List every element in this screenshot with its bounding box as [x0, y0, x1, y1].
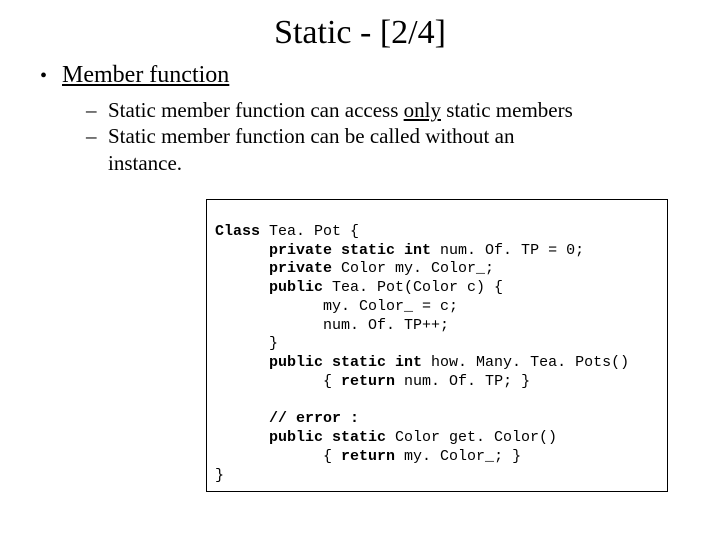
sub-bullets: – Static member function can access only… [0, 89, 720, 176]
code-kw: return [341, 448, 395, 465]
code-box: Class Tea. Pot { private static int num.… [206, 199, 668, 492]
code-text: } [215, 467, 224, 484]
sub1-text: Static member function can access only s… [108, 97, 573, 123]
dash-icon: – [86, 97, 108, 123]
code-text: my. Color_; } [395, 448, 521, 465]
sub-bullet-2b: instance. [86, 150, 720, 176]
code-text: Color my. Color_; [332, 260, 494, 277]
sub-bullet-1: – Static member function can access only… [86, 97, 720, 123]
sub1-pre: Static member function can access [108, 98, 404, 122]
code-kw: public static int [215, 354, 422, 371]
dash-icon: – [86, 123, 108, 149]
sub1-only: only [404, 98, 441, 122]
code-text: { [215, 448, 341, 465]
code-blank [215, 392, 224, 409]
code-text: num. Of. TP = 0; [431, 242, 584, 259]
code-kw: Class [215, 223, 260, 240]
code-kw: private [215, 260, 332, 277]
sub2-line-b: instance. [108, 150, 182, 176]
code-text: num. Of. TP++; [215, 317, 449, 334]
code-text: } [215, 335, 278, 352]
code-text: how. Many. Tea. Pots() [422, 354, 629, 371]
code-kw: return [341, 373, 395, 390]
code-text: my. Color_ = c; [215, 298, 458, 315]
code-text: { [215, 373, 341, 390]
sub1-post: static members [441, 98, 573, 122]
code-text: Tea. Pot(Color c) { [323, 279, 503, 296]
code-comment: // error : [215, 410, 359, 427]
slide: Static - [2/4] • Member function – Stati… [0, 0, 720, 540]
code-kw: public static [215, 429, 386, 446]
code-text: num. Of. TP; } [395, 373, 530, 390]
code-kw: private static int [215, 242, 431, 259]
code-text: Color get. Color() [386, 429, 557, 446]
sub2-line-a: Static member function can be called wit… [108, 123, 514, 149]
code-kw: public [215, 279, 323, 296]
slide-title: Static - [2/4] [0, 0, 720, 58]
heading-text: Member function [62, 62, 229, 89]
bullet-dot-icon: • [40, 65, 62, 88]
sub-bullet-2a: – Static member function can be called w… [86, 123, 720, 149]
code-text: Tea. Pot { [260, 223, 359, 240]
bullet-level1: • Member function [0, 62, 720, 89]
